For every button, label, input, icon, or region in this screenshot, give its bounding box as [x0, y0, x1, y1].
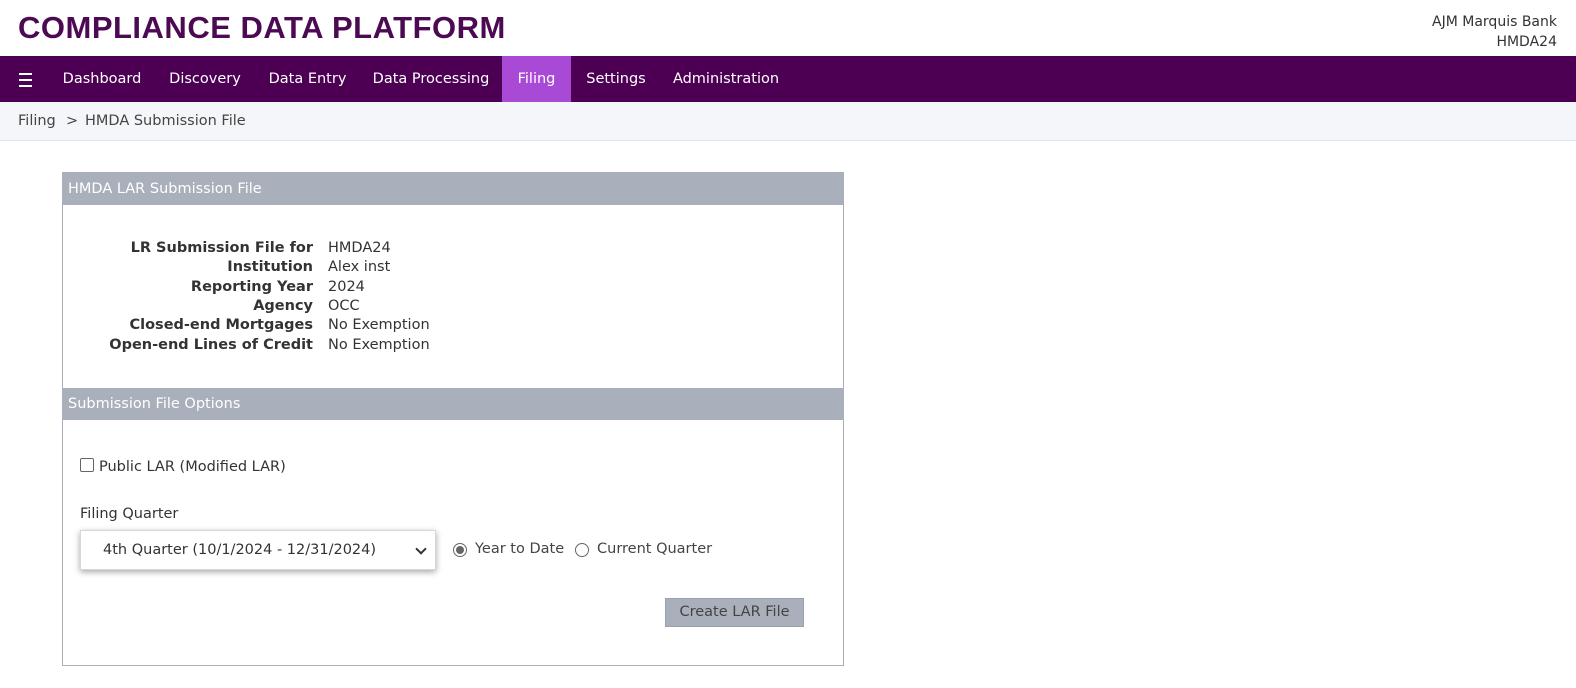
nav-dashboard[interactable]: Dashboard: [50, 56, 154, 102]
info-label: LR Submission File for: [130, 240, 313, 256]
info-value: Alex inst: [328, 259, 391, 275]
breadcrumb: Filing > HMDA Submission File: [0, 102, 1576, 141]
submission-panel: HMDA LAR Submission File LR Submission F…: [62, 172, 844, 666]
info-label: Closed-end Mortgages: [129, 317, 313, 333]
info-label: Institution: [227, 259, 313, 275]
info-value: OCC: [328, 298, 360, 314]
info-row-closed-end: Closed-end Mortgages No Exemption: [63, 317, 843, 337]
nav-data-processing[interactable]: Data Processing: [361, 56, 501, 102]
main-nav: Dashboard Discovery Data Entry Data Proc…: [0, 56, 1576, 102]
info-row-agency: Agency OCC: [63, 298, 843, 318]
breadcrumb-filing[interactable]: Filing: [18, 113, 56, 129]
info-label: Reporting Year: [190, 279, 313, 295]
nav-data-entry[interactable]: Data Entry: [256, 56, 359, 102]
nav-settings[interactable]: Settings: [573, 56, 659, 102]
info-row-open-end: Open-end Lines of Credit No Exemption: [63, 337, 843, 357]
org-code: HMDA24: [1496, 34, 1557, 50]
info-row-year: Reporting Year 2024: [63, 279, 843, 299]
options-title: Submission File Options: [63, 388, 843, 420]
info-value: No Exemption: [328, 317, 430, 333]
nav-filing[interactable]: Filing: [502, 56, 571, 102]
radio-year-to-date[interactable]: [453, 543, 467, 557]
info-value: HMDA24: [328, 240, 391, 256]
breadcrumb-separator: >: [66, 113, 79, 129]
radio-year-to-date-label[interactable]: Year to Date: [475, 541, 564, 557]
institution-info: AJM Marquis Bank HMDA24: [1432, 12, 1557, 52]
brand-title: COMPLIANCE DATA PLATFORM: [18, 10, 506, 45]
public-lar-checkbox[interactable]: [80, 458, 94, 472]
info-row-institution: Institution Alex inst: [63, 259, 843, 279]
filing-quarter-select[interactable]: 4th Quarter (10/1/2024 - 12/31/2024): [80, 530, 436, 570]
radio-current-quarter[interactable]: [575, 543, 589, 557]
breadcrumb-current: HMDA Submission File: [85, 113, 246, 129]
info-label: Open-end Lines of Credit: [109, 337, 313, 353]
panel-title: HMDA LAR Submission File: [63, 173, 843, 205]
top-header: COMPLIANCE DATA PLATFORM AJM Marquis Ban…: [0, 0, 1576, 56]
create-lar-file-button[interactable]: Create LAR File: [665, 598, 804, 627]
hamburger-icon[interactable]: [19, 69, 35, 89]
chevron-down-icon: [415, 543, 427, 555]
info-label: Agency: [253, 298, 313, 314]
info-value: 2024: [328, 279, 365, 295]
radio-current-quarter-label[interactable]: Current Quarter: [597, 541, 712, 557]
org-name: AJM Marquis Bank: [1432, 14, 1557, 30]
info-row-file: LR Submission File for HMDA24: [63, 240, 843, 260]
filing-quarter-value: 4th Quarter (10/1/2024 - 12/31/2024): [103, 542, 377, 558]
public-lar-label[interactable]: Public LAR (Modified LAR): [99, 459, 286, 475]
info-value: No Exemption: [328, 337, 430, 353]
filing-quarter-label: Filing Quarter: [80, 506, 179, 522]
nav-administration[interactable]: Administration: [661, 56, 791, 102]
nav-discovery[interactable]: Discovery: [156, 56, 254, 102]
